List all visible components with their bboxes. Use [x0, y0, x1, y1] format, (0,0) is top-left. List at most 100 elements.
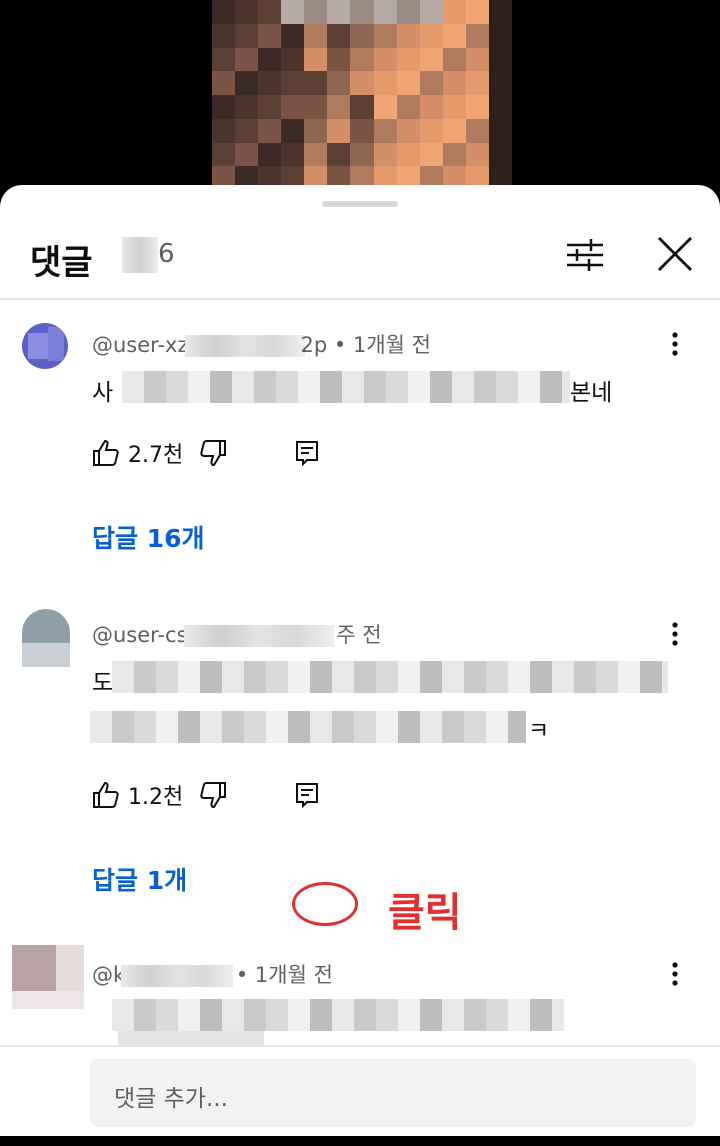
video-pixel [373, 142, 397, 167]
video-pixel [304, 95, 328, 119]
video-pixel [212, 118, 236, 143]
header-divider [0, 298, 720, 300]
more-vert-icon [672, 622, 678, 646]
comment-author-suffix: 2p [300, 333, 328, 357]
drag-handle[interactable] [322, 201, 398, 207]
comment-count: 6 [158, 239, 175, 269]
comment-text-blurred-line2 [118, 1031, 264, 1045]
comment-text-blurred [112, 661, 668, 693]
add-comment-placeholder: 댓글 추가... [114, 1086, 228, 1112]
avatar[interactable] [22, 609, 70, 667]
video-pixel [235, 47, 259, 72]
reply-comment-icon[interactable] [291, 779, 323, 811]
video-pixel [396, 118, 420, 143]
video-pixel [281, 95, 305, 119]
replies-link[interactable]: 답글 1개 [92, 861, 187, 897]
comment-more-button[interactable] [660, 619, 690, 649]
sliders-icon [567, 239, 603, 271]
video-pixel [396, 142, 420, 167]
video-pixel [373, 0, 397, 24]
video-pixel [373, 23, 397, 48]
reply-comment-icon[interactable] [291, 437, 323, 469]
comment-actions: 2.7천 [90, 433, 323, 473]
video-pixel [373, 71, 397, 95]
thumb-down-icon[interactable] [197, 437, 229, 469]
bottom-edge [0, 1136, 720, 1146]
thumb-up-icon[interactable] [90, 779, 122, 811]
comments-title: 댓글 [30, 243, 93, 283]
comment-time: • 1개월 전 [235, 963, 333, 987]
comment-author[interactable]: @user-xz [92, 333, 189, 357]
video-pixel [327, 118, 351, 143]
video-pixel [350, 47, 374, 72]
video-pixel [212, 71, 236, 95]
video-pixel [327, 142, 351, 167]
comment-text-start: 사 [92, 380, 114, 406]
video-pixel [281, 23, 305, 48]
video-pixel [396, 47, 420, 72]
more-vert-icon [672, 332, 678, 356]
video-pixel [442, 0, 466, 24]
video-pixel [419, 118, 443, 143]
avatar[interactable] [12, 945, 84, 1009]
comment-text-blurred [112, 999, 564, 1031]
comment-more-button[interactable] [660, 329, 690, 359]
author-blurred [183, 625, 334, 647]
video-pixel [258, 118, 282, 143]
comment-author[interactable]: @user-cs [92, 623, 188, 647]
video-pixel [419, 47, 443, 72]
video-pixel [304, 71, 328, 95]
comment-text-blurred-line2 [90, 711, 526, 743]
video-pixel [442, 47, 466, 72]
video-pixel [304, 118, 328, 143]
comment-text-end: 본네 [570, 380, 613, 406]
video-pixel [442, 118, 466, 143]
video-pixel [327, 0, 351, 24]
video-pixel [235, 0, 259, 24]
video-pixel [488, 71, 512, 95]
video-pixel [281, 0, 305, 24]
comment-text-end: ㅋ [528, 718, 550, 744]
comment-text: 사 [92, 373, 113, 407]
video-pixel [396, 95, 420, 119]
video-pixel [488, 118, 512, 143]
avatar[interactable] [22, 323, 68, 369]
video-pixel [281, 118, 305, 143]
video-pixel [465, 118, 489, 143]
video-pixel [212, 23, 236, 48]
sort-filter-button[interactable] [563, 235, 607, 275]
video-pixel [396, 71, 420, 95]
video-pixel [442, 95, 466, 119]
video-pixel [396, 23, 420, 48]
thumb-up-icon[interactable] [90, 437, 122, 469]
thumb-down-icon[interactable] [197, 779, 229, 811]
comment-composer-bar: 댓글 추가... [0, 1045, 720, 1146]
video-pixel [235, 142, 259, 167]
video-pixel [419, 23, 443, 48]
add-comment-input[interactable]: 댓글 추가... [90, 1059, 696, 1127]
comment-more-button[interactable] [660, 959, 690, 989]
comment-text: 도 [92, 670, 114, 696]
video-pixel [258, 142, 282, 167]
more-vert-icon [672, 962, 678, 986]
video-pixel [327, 47, 351, 72]
comment-meta: @user-xz 2p • 1개월 전 [92, 329, 431, 359]
comment-actions: 1.2천 [90, 775, 323, 815]
comment-text-blurred [122, 371, 570, 403]
like-count: 1.2천 [128, 785, 184, 810]
video-pixel [258, 95, 282, 119]
comment-meta: @user-cs 주 전 [92, 619, 382, 649]
video-pixel [235, 118, 259, 143]
close-button[interactable] [654, 233, 696, 275]
video-pixel [212, 0, 236, 24]
video-pixel [465, 47, 489, 72]
replies-link[interactable]: 답글 16개 [92, 519, 205, 555]
video-pixel [442, 71, 466, 95]
annotation-circle [292, 882, 358, 926]
comments-sheet: 댓글 6 @user-xz 2p • 1개월 전 사 본네 2.7천 답글 16… [0, 185, 720, 1146]
video-player[interactable] [0, 0, 720, 200]
video-pixel [442, 23, 466, 48]
video-pixel [327, 71, 351, 95]
video-pixel [258, 71, 282, 95]
video-pixel [212, 47, 236, 72]
